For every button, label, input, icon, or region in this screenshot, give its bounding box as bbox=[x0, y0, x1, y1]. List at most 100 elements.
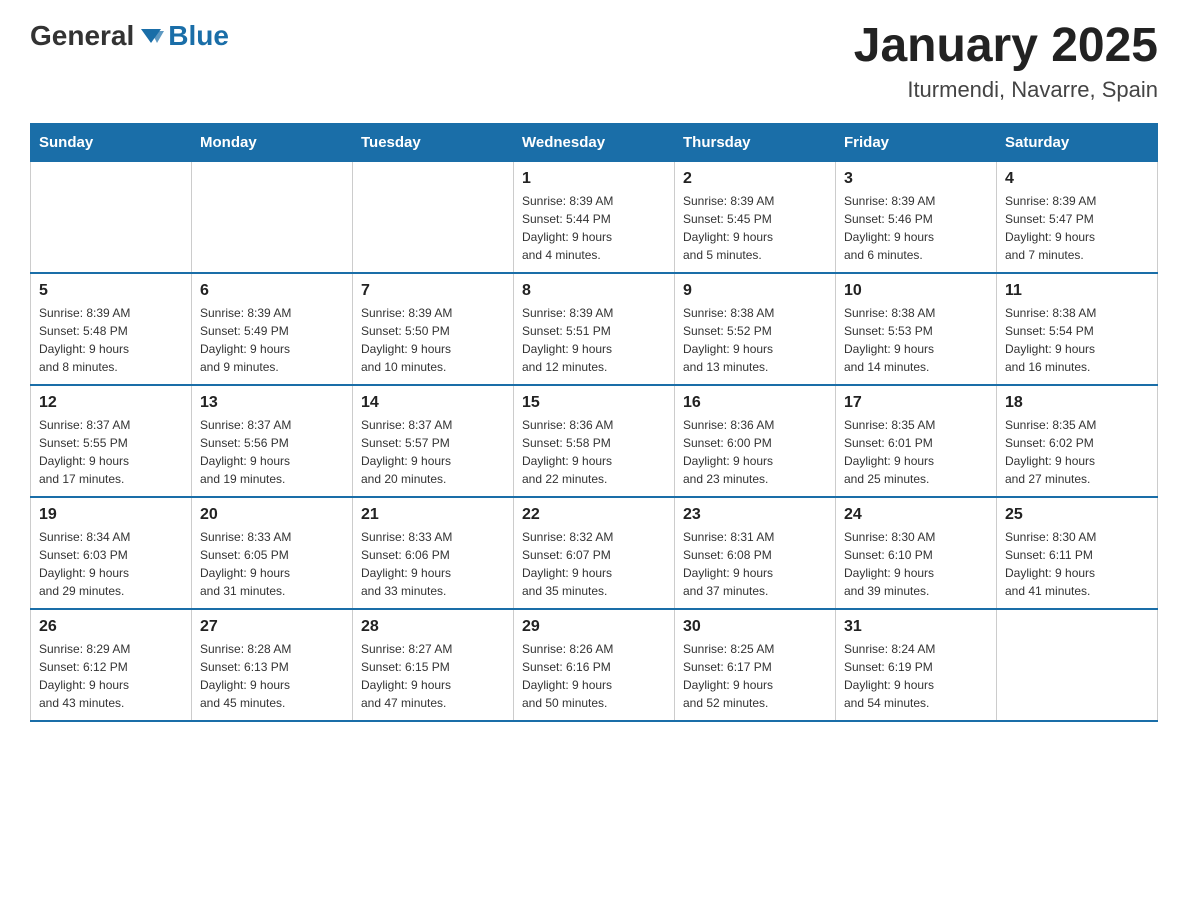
day-info: Sunrise: 8:33 AM Sunset: 6:06 PM Dayligh… bbox=[361, 528, 505, 600]
day-info: Sunrise: 8:37 AM Sunset: 5:55 PM Dayligh… bbox=[39, 416, 183, 488]
calendar-cell: 8 Sunrise: 8:39 AM Sunset: 5:51 PM Daylig… bbox=[514, 273, 675, 385]
logo-text-blue: Blue bbox=[168, 20, 229, 52]
calendar-cell: 25Sunrise: 8:30 AM Sunset: 6:11 PM Dayli… bbox=[997, 497, 1158, 609]
day-number: 7 bbox=[361, 282, 505, 300]
calendar-cell: 5 Sunrise: 8:39 AM Sunset: 5:48 PM Daylig… bbox=[31, 273, 192, 385]
calendar-cell: 21 Sunrise: 8:33 AM Sunset: 6:06 PM Dayli… bbox=[353, 497, 514, 609]
day-info: Sunrise: 8:39 AM Sunset: 5:46 PM Dayligh… bbox=[844, 192, 988, 264]
calendar-cell: 12 Sunrise: 8:37 AM Sunset: 5:55 PM Dayli… bbox=[31, 385, 192, 497]
day-info: Sunrise: 8:39 AM Sunset: 5:48 PM Dayligh… bbox=[39, 304, 183, 376]
day-number: 5 bbox=[39, 282, 183, 300]
calendar-cell: 7Sunrise: 8:39 AM Sunset: 5:50 PM Daylig… bbox=[353, 273, 514, 385]
day-number: 23 bbox=[683, 506, 827, 524]
day-info: Sunrise: 8:28 AM Sunset: 6:13 PM Dayligh… bbox=[200, 640, 344, 712]
calendar-week-2: 5 Sunrise: 8:39 AM Sunset: 5:48 PM Daylig… bbox=[31, 273, 1158, 385]
calendar-cell: 27 Sunrise: 8:28 AM Sunset: 6:13 PM Dayli… bbox=[192, 609, 353, 721]
day-number: 15 bbox=[522, 394, 666, 412]
page-header: General Blue January 2025 Iturmendi, Nav… bbox=[30, 20, 1158, 103]
calendar-cell: 11 Sunrise: 8:38 AM Sunset: 5:54 PM Dayli… bbox=[997, 273, 1158, 385]
calendar-week-3: 12 Sunrise: 8:37 AM Sunset: 5:55 PM Dayli… bbox=[31, 385, 1158, 497]
day-info: Sunrise: 8:39 AM Sunset: 5:47 PM Dayligh… bbox=[1005, 192, 1149, 264]
calendar-cell bbox=[192, 161, 353, 273]
calendar-title: January 2025 bbox=[854, 20, 1158, 73]
day-number: 6 bbox=[200, 282, 344, 300]
day-info: Sunrise: 8:35 AM Sunset: 6:02 PM Dayligh… bbox=[1005, 416, 1149, 488]
day-number: 3 bbox=[844, 170, 988, 188]
weekday-header-thursday: Thursday bbox=[675, 123, 836, 161]
calendar-cell: 20Sunrise: 8:33 AM Sunset: 6:05 PM Dayli… bbox=[192, 497, 353, 609]
day-number: 12 bbox=[39, 394, 183, 412]
day-info: Sunrise: 8:39 AM Sunset: 5:49 PM Dayligh… bbox=[200, 304, 344, 376]
title-block: January 2025 Iturmendi, Navarre, Spain bbox=[854, 20, 1158, 103]
day-info: Sunrise: 8:39 AM Sunset: 5:44 PM Dayligh… bbox=[522, 192, 666, 264]
calendar-cell: 31Sunrise: 8:24 AM Sunset: 6:19 PM Dayli… bbox=[836, 609, 997, 721]
weekday-header-monday: Monday bbox=[192, 123, 353, 161]
day-number: 30 bbox=[683, 618, 827, 636]
day-number: 20 bbox=[200, 506, 344, 524]
calendar-cell: 16Sunrise: 8:36 AM Sunset: 6:00 PM Dayli… bbox=[675, 385, 836, 497]
day-info: Sunrise: 8:35 AM Sunset: 6:01 PM Dayligh… bbox=[844, 416, 988, 488]
day-info: Sunrise: 8:26 AM Sunset: 6:16 PM Dayligh… bbox=[522, 640, 666, 712]
day-number: 9 bbox=[683, 282, 827, 300]
day-info: Sunrise: 8:34 AM Sunset: 6:03 PM Dayligh… bbox=[39, 528, 183, 600]
calendar-cell: 9Sunrise: 8:38 AM Sunset: 5:52 PM Daylig… bbox=[675, 273, 836, 385]
calendar-cell: 10 Sunrise: 8:38 AM Sunset: 5:53 PM Dayli… bbox=[836, 273, 997, 385]
day-number: 28 bbox=[361, 618, 505, 636]
day-number: 14 bbox=[361, 394, 505, 412]
day-info: Sunrise: 8:36 AM Sunset: 5:58 PM Dayligh… bbox=[522, 416, 666, 488]
day-number: 27 bbox=[200, 618, 344, 636]
day-info: Sunrise: 8:29 AM Sunset: 6:12 PM Dayligh… bbox=[39, 640, 183, 712]
calendar-header-row: SundayMondayTuesdayWednesdayThursdayFrid… bbox=[31, 123, 1158, 161]
calendar-cell: 22Sunrise: 8:32 AM Sunset: 6:07 PM Dayli… bbox=[514, 497, 675, 609]
calendar-location: Iturmendi, Navarre, Spain bbox=[854, 77, 1158, 103]
day-number: 19 bbox=[39, 506, 183, 524]
calendar-cell: 18 Sunrise: 8:35 AM Sunset: 6:02 PM Dayli… bbox=[997, 385, 1158, 497]
day-info: Sunrise: 8:31 AM Sunset: 6:08 PM Dayligh… bbox=[683, 528, 827, 600]
weekday-header-wednesday: Wednesday bbox=[514, 123, 675, 161]
calendar-cell: 28 Sunrise: 8:27 AM Sunset: 6:15 PM Dayli… bbox=[353, 609, 514, 721]
weekday-header-friday: Friday bbox=[836, 123, 997, 161]
weekday-header-sunday: Sunday bbox=[31, 123, 192, 161]
day-number: 10 bbox=[844, 282, 988, 300]
calendar-cell: 6 Sunrise: 8:39 AM Sunset: 5:49 PM Daylig… bbox=[192, 273, 353, 385]
calendar-cell: 19 Sunrise: 8:34 AM Sunset: 6:03 PM Dayli… bbox=[31, 497, 192, 609]
calendar-cell: 14 Sunrise: 8:37 AM Sunset: 5:57 PM Dayli… bbox=[353, 385, 514, 497]
calendar-cell: 4 Sunrise: 8:39 AM Sunset: 5:47 PM Daylig… bbox=[997, 161, 1158, 273]
weekday-header-tuesday: Tuesday bbox=[353, 123, 514, 161]
calendar-cell: 3 Sunrise: 8:39 AM Sunset: 5:46 PM Daylig… bbox=[836, 161, 997, 273]
calendar-cell: 26Sunrise: 8:29 AM Sunset: 6:12 PM Dayli… bbox=[31, 609, 192, 721]
calendar-cell bbox=[31, 161, 192, 273]
day-info: Sunrise: 8:37 AM Sunset: 5:56 PM Dayligh… bbox=[200, 416, 344, 488]
day-info: Sunrise: 8:39 AM Sunset: 5:45 PM Dayligh… bbox=[683, 192, 827, 264]
day-info: Sunrise: 8:25 AM Sunset: 6:17 PM Dayligh… bbox=[683, 640, 827, 712]
day-number: 29 bbox=[522, 618, 666, 636]
calendar-week-1: 1Sunrise: 8:39 AM Sunset: 5:44 PM Daylig… bbox=[31, 161, 1158, 273]
day-number: 21 bbox=[361, 506, 505, 524]
day-number: 8 bbox=[522, 282, 666, 300]
calendar-cell: 1Sunrise: 8:39 AM Sunset: 5:44 PM Daylig… bbox=[514, 161, 675, 273]
day-number: 17 bbox=[844, 394, 988, 412]
day-number: 13 bbox=[200, 394, 344, 412]
day-info: Sunrise: 8:38 AM Sunset: 5:53 PM Dayligh… bbox=[844, 304, 988, 376]
day-number: 16 bbox=[683, 394, 827, 412]
calendar-cell: 17 Sunrise: 8:35 AM Sunset: 6:01 PM Dayli… bbox=[836, 385, 997, 497]
day-info: Sunrise: 8:39 AM Sunset: 5:51 PM Dayligh… bbox=[522, 304, 666, 376]
day-number: 18 bbox=[1005, 394, 1149, 412]
day-info: Sunrise: 8:37 AM Sunset: 5:57 PM Dayligh… bbox=[361, 416, 505, 488]
day-number: 31 bbox=[844, 618, 988, 636]
calendar-week-4: 19 Sunrise: 8:34 AM Sunset: 6:03 PM Dayli… bbox=[31, 497, 1158, 609]
day-number: 25 bbox=[1005, 506, 1149, 524]
calendar-cell: 13 Sunrise: 8:37 AM Sunset: 5:56 PM Dayli… bbox=[192, 385, 353, 497]
day-number: 22 bbox=[522, 506, 666, 524]
calendar-cell: 30 Sunrise: 8:25 AM Sunset: 6:17 PM Dayli… bbox=[675, 609, 836, 721]
logo: General Blue bbox=[30, 20, 229, 52]
day-info: Sunrise: 8:38 AM Sunset: 5:54 PM Dayligh… bbox=[1005, 304, 1149, 376]
day-number: 4 bbox=[1005, 170, 1149, 188]
logo-icon bbox=[136, 21, 166, 51]
calendar-cell: 23 Sunrise: 8:31 AM Sunset: 6:08 PM Dayli… bbox=[675, 497, 836, 609]
calendar-cell bbox=[997, 609, 1158, 721]
day-number: 11 bbox=[1005, 282, 1149, 300]
day-info: Sunrise: 8:27 AM Sunset: 6:15 PM Dayligh… bbox=[361, 640, 505, 712]
calendar-week-5: 26Sunrise: 8:29 AM Sunset: 6:12 PM Dayli… bbox=[31, 609, 1158, 721]
calendar-table: SundayMondayTuesdayWednesdayThursdayFrid… bbox=[30, 123, 1158, 722]
